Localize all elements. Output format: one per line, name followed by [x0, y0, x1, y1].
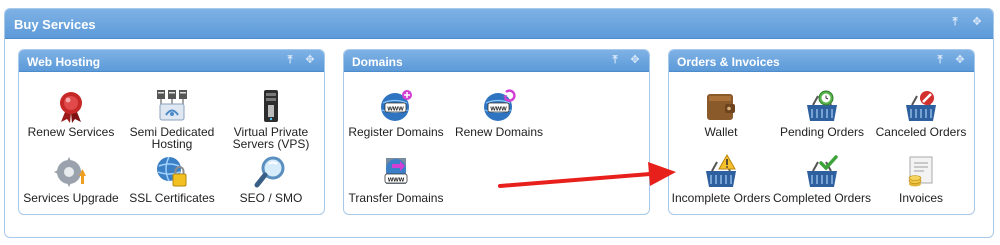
incomplete-orders-link[interactable]: Incomplete Orders	[666, 154, 776, 204]
transfer-domains-link[interactable]: www Transfer Domains	[341, 154, 451, 204]
renew-services-link[interactable]: Renew Services	[16, 88, 126, 138]
basket-warning-icon	[706, 154, 736, 187]
invoices-link[interactable]: Invoices	[866, 154, 976, 204]
svg-text:www: www	[386, 106, 404, 113]
basket-cancel-icon	[906, 91, 936, 121]
item-label: SSL Certificates	[129, 191, 215, 205]
item-label: Renew Domains	[454, 125, 544, 139]
server-rack-icon	[157, 90, 187, 121]
item-label: Wallet	[704, 125, 738, 139]
basket-clock-icon	[807, 90, 837, 121]
move-icon[interactable]: ✥	[304, 53, 316, 67]
register-domains-link[interactable]: www Register Domains	[341, 88, 451, 138]
completed-orders-link[interactable]: Completed Orders	[767, 154, 877, 204]
item-label: Pending Orders	[779, 125, 865, 139]
basket-check-icon	[807, 155, 838, 187]
services-upgrade-link[interactable]: Services Upgrade	[16, 154, 126, 204]
web-hosting-panel: Web Hosting ⤒ ✥ Renew Services Semi Dedi…	[18, 49, 325, 215]
renew-domains-link[interactable]: www Renew Domains	[444, 88, 554, 138]
seo-smo-link[interactable]: SEO / SMO	[216, 154, 326, 204]
pin-icon[interactable]: ⤒	[284, 53, 296, 67]
domains-panel: Domains ⤒ ✥ www Register Domains www Ren…	[343, 49, 650, 215]
domains-header: Domains ⤒ ✥	[344, 50, 649, 72]
pending-orders-link[interactable]: Pending Orders	[767, 88, 877, 138]
item-label: Invoices	[898, 191, 944, 205]
ssl-lock-icon	[157, 156, 187, 187]
item-label: Completed Orders	[772, 191, 872, 205]
page-title: Buy Services	[14, 17, 96, 32]
wallet-link[interactable]: Wallet	[666, 88, 776, 138]
item-label: Virtual Private Servers (VPS)	[232, 125, 310, 151]
wallet-icon	[707, 94, 735, 120]
vps-link[interactable]: Virtual Private Servers (VPS)	[216, 88, 326, 150]
item-label: Renew Services	[27, 125, 115, 139]
www-globe-add-icon: www	[381, 90, 412, 121]
panel-title: Domains	[352, 55, 403, 69]
item-label: Services Upgrade	[23, 191, 119, 205]
renew-badge-icon	[60, 92, 82, 123]
gear-upgrade-icon	[54, 157, 86, 187]
item-label: Transfer Domains	[348, 191, 444, 205]
web-hosting-header: Web Hosting ⤒ ✥	[19, 50, 324, 72]
magnifier-icon	[254, 156, 285, 188]
invoice-coins-icon	[908, 156, 933, 187]
item-label: SEO / SMO	[239, 191, 303, 205]
pin-icon[interactable]: ⤒	[609, 53, 621, 67]
pin-icon[interactable]: ⤒	[934, 53, 946, 67]
www-transfer-icon: www	[384, 158, 408, 184]
move-icon[interactable]: ✥	[629, 53, 641, 67]
move-icon[interactable]: ✥	[971, 15, 983, 29]
item-label: Canceled Orders	[875, 125, 967, 139]
item-label: Semi Dedicated Hosting	[129, 125, 215, 151]
move-icon[interactable]: ✥	[954, 53, 966, 67]
svg-text:www: www	[387, 177, 405, 184]
panel-title: Web Hosting	[27, 55, 101, 69]
www-globe-renew-icon: www	[484, 89, 516, 121]
pin-icon[interactable]: ⤒	[949, 15, 961, 29]
server-tower-icon	[264, 90, 278, 122]
item-label: Incomplete Orders	[671, 191, 771, 205]
orders-invoices-panel: Orders & Invoices ⤒ ✥ Wallet Pending Ord…	[668, 49, 975, 215]
semi-dedicated-hosting-link[interactable]: Semi Dedicated Hosting	[117, 88, 227, 150]
item-label: Register Domains	[348, 125, 444, 139]
svg-text:www: www	[489, 106, 507, 113]
ssl-certificates-link[interactable]: SSL Certificates	[117, 154, 227, 204]
canceled-orders-link[interactable]: Canceled Orders	[866, 88, 976, 138]
panel-title: Orders & Invoices	[677, 55, 780, 69]
orders-invoices-header: Orders & Invoices ⤒ ✥	[669, 50, 974, 72]
buy-services-header: Buy Services ⤒ ✥	[5, 9, 993, 39]
